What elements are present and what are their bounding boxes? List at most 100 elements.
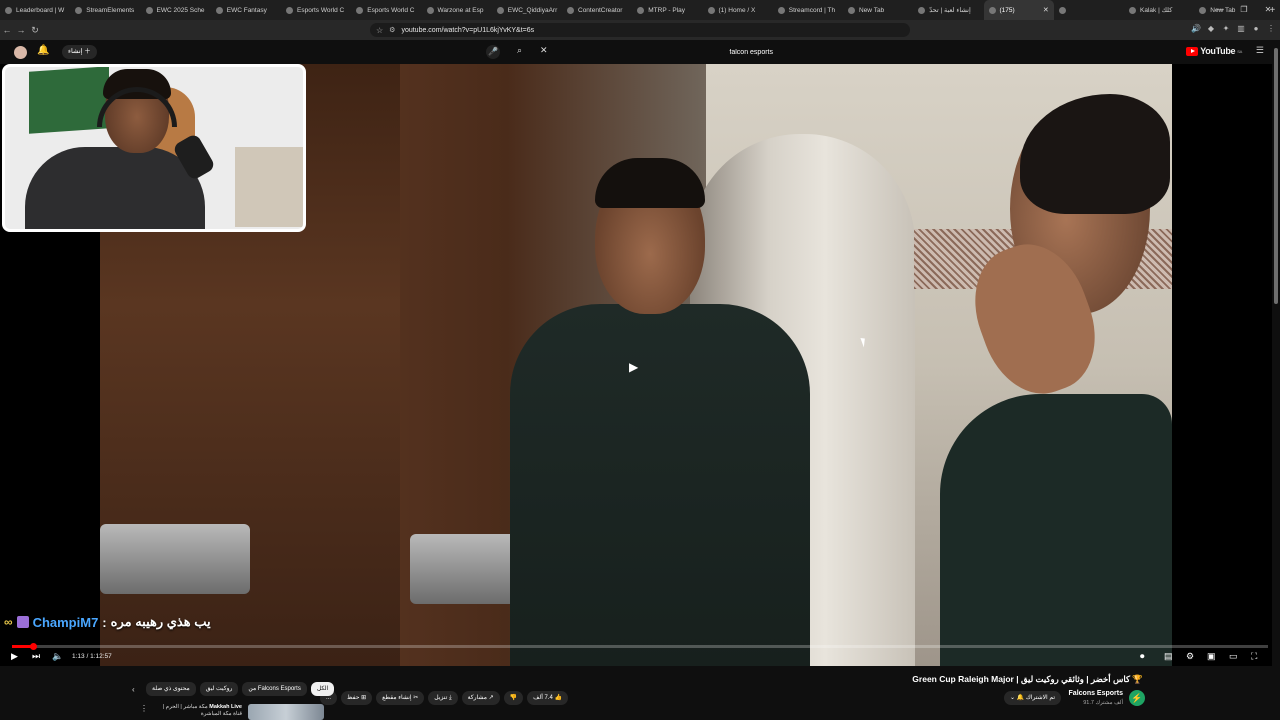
play-icon[interactable]: ▶ — [11, 651, 18, 662]
tab-favicon-icon — [848, 6, 855, 14]
browser-tab[interactable]: New Tab — [843, 0, 913, 20]
browser-tab[interactable]: Leaderboard | W — [0, 0, 70, 20]
share-button[interactable]: ↗ مشاركة — [461, 691, 500, 705]
voice-search-icon[interactable]: 🎤 — [486, 45, 500, 59]
chat-separator: : — [102, 614, 107, 630]
channel-avatar[interactable]: ⚡ — [1129, 690, 1145, 706]
save-button[interactable]: ⊞ حفظ — [341, 691, 373, 705]
video-title: 🏆 كاس أخضر | وثائقي روكيت ليق | Green Cu… — [912, 674, 1143, 684]
browser-tab[interactable]: StreamElements — [70, 0, 140, 20]
youtube-logo[interactable]: YouTube SA — [1186, 46, 1242, 56]
water-fountain-left — [100, 524, 250, 594]
chip-related[interactable]: محتوى ذي صلة — [146, 682, 196, 696]
channel-subscriber-count: 91.7 ألف مشترك — [1083, 700, 1123, 706]
page-scrollbar[interactable] — [1272, 40, 1280, 666]
tab-favicon-icon — [1129, 6, 1136, 14]
notifications-bell-icon[interactable]: 🔔 — [37, 45, 49, 56]
browser-tab[interactable]: ContentCreator — [562, 0, 632, 20]
tab-favicon-icon — [286, 6, 293, 14]
browser-tab[interactable]: Warzone at Esp — [422, 0, 492, 20]
download-label: تنزيل — [434, 695, 448, 701]
settings-gear-icon[interactable]: ⚙ — [1186, 651, 1194, 662]
streamer-body — [25, 147, 205, 229]
clip-label: إنشاء مقطع — [382, 695, 412, 701]
reload-button[interactable]: ↻ — [28, 25, 42, 36]
browser-tab[interactable] — [1054, 0, 1124, 20]
volume-icon[interactable]: 🔊 — [1191, 22, 1201, 36]
like-button[interactable]: 👍 7.4 ألف — [527, 691, 569, 705]
next-icon[interactable]: ⏭ — [32, 651, 40, 662]
person-center — [510, 158, 810, 666]
tab-label: ContentCreator — [578, 6, 623, 14]
search-icon[interactable]: ⌕ — [517, 45, 522, 56]
theater-mode-icon[interactable]: ▭ — [1229, 651, 1238, 662]
address-bar[interactable]: ☆ ⚙ youtube.com/watch?v=pU1L6kjYvKY&t=6s — [370, 23, 910, 37]
back-button[interactable]: ← — [0, 25, 14, 35]
tab-favicon-icon — [1058, 6, 1066, 14]
subscribed-button[interactable]: ⌄ 🔔 تم الاشتراك — [1004, 691, 1062, 705]
fullscreen-icon[interactable]: ⛶ — [1251, 651, 1257, 662]
user-avatar[interactable] — [14, 46, 27, 59]
browser-tab[interactable]: (175) ✕ — [983, 0, 1054, 20]
extension-icon[interactable]: ◆ — [1206, 22, 1216, 36]
bookmark-icon[interactable]: ☆ — [376, 26, 383, 35]
menu-icon[interactable]: ⋮ — [1266, 22, 1276, 36]
maximize-button[interactable]: ❐ — [1232, 0, 1256, 20]
create-label: إنشاء — [68, 48, 83, 55]
action-row: 👍 7.4 ألف 👎 ↗ مشاركة ⤓ تنزيل ✂ إنشاء مقط… — [320, 691, 569, 705]
scrollbar-thumb[interactable] — [1274, 48, 1278, 304]
create-button[interactable]: إنشاء ＋ — [62, 45, 97, 59]
time-current: 1:13 — [72, 653, 85, 660]
tab-label: EWC Fantasy — [226, 6, 267, 14]
chip-from-channel[interactable]: من Falcons Esports — [242, 682, 307, 696]
chip-rocket-league[interactable]: روكيت ليق — [199, 682, 239, 696]
youtube-logo-text: YouTube — [1200, 46, 1236, 56]
browser-tab[interactable]: EWC 2025 Sche — [141, 0, 211, 20]
tab-label: MTRP - Play — [648, 6, 685, 14]
browser-tab[interactable]: Esports World C — [351, 0, 421, 20]
clear-search-icon[interactable]: ✕ — [540, 45, 548, 56]
chevron-left-icon[interactable]: ‹ — [132, 685, 142, 694]
recommendation-item[interactable]: ⋮ Makkah Live مكة مباشر | الحرم | قناة م… — [140, 704, 324, 720]
time-total: 1:12:57 — [90, 653, 112, 660]
tab-label: Leaderboard | W — [16, 6, 65, 14]
browser-tab[interactable]: Esports World C — [281, 0, 351, 20]
like-count: 7.4 ألف — [533, 695, 553, 701]
site-info-icon[interactable]: ⚙ — [389, 26, 395, 34]
browser-tab[interactable]: Streamcord | Th — [773, 0, 843, 20]
recommendation-thumbnail[interactable] — [248, 704, 324, 720]
browser-tab[interactable]: Kalak | كلك — [1124, 0, 1194, 20]
tab-label: إنشاء لعبة | تحدّ — [929, 7, 971, 14]
tab-label: Esports World C — [297, 6, 345, 14]
browser-tab[interactable]: (1) Home / X — [703, 0, 773, 20]
browser-tab[interactable]: إنشاء لعبة | تحدّ — [913, 0, 983, 20]
share-label: مشاركة — [467, 695, 487, 701]
profile-icon[interactable]: ● — [1251, 22, 1261, 36]
chip-all[interactable]: الكل — [310, 682, 335, 696]
forward-button[interactable]: → — [14, 25, 28, 35]
minimize-button[interactable]: — — [1208, 0, 1232, 20]
clip-button[interactable]: ✂ إنشاء مقطع — [376, 691, 425, 705]
tab-favicon-icon — [918, 6, 926, 14]
center-play-icon[interactable]: ▶ — [629, 360, 638, 374]
browser-tab[interactable]: MTRP - Play — [632, 0, 702, 20]
browser-tab[interactable]: EWC Fantasy — [211, 0, 281, 20]
close-tab-icon[interactable]: ✕ — [1043, 6, 1049, 14]
miniplayer-icon[interactable]: ▣ — [1207, 651, 1216, 662]
puzzle-icon[interactable]: ✦ — [1221, 22, 1231, 36]
volume-icon[interactable]: 🔈 — [52, 651, 63, 662]
download-button[interactable]: ⤓ تنزيل — [428, 691, 458, 705]
share-icon: ↗ — [488, 695, 494, 701]
tab-label: Warzone at Esp — [437, 6, 484, 14]
tab-label: Kalak | كلك — [1140, 7, 1173, 14]
search-input[interactable] — [552, 45, 798, 59]
channel-name[interactable]: Falcons Esports — [1069, 690, 1123, 697]
autoplay-toggle-icon[interactable]: ⏺ — [1140, 651, 1145, 662]
hamburger-menu-icon[interactable]: ☰ — [1256, 45, 1264, 56]
dislike-button[interactable]: 👎 — [503, 691, 524, 705]
sidebar-icon[interactable]: ▥ — [1236, 22, 1246, 36]
close-window-button[interactable]: ✕ — [1256, 0, 1280, 20]
more-options-icon[interactable]: ⋮ — [140, 704, 148, 713]
captions-icon[interactable]: ▤ — [1164, 651, 1173, 662]
browser-tab[interactable]: EWC_QiddiyaArr — [492, 0, 562, 20]
